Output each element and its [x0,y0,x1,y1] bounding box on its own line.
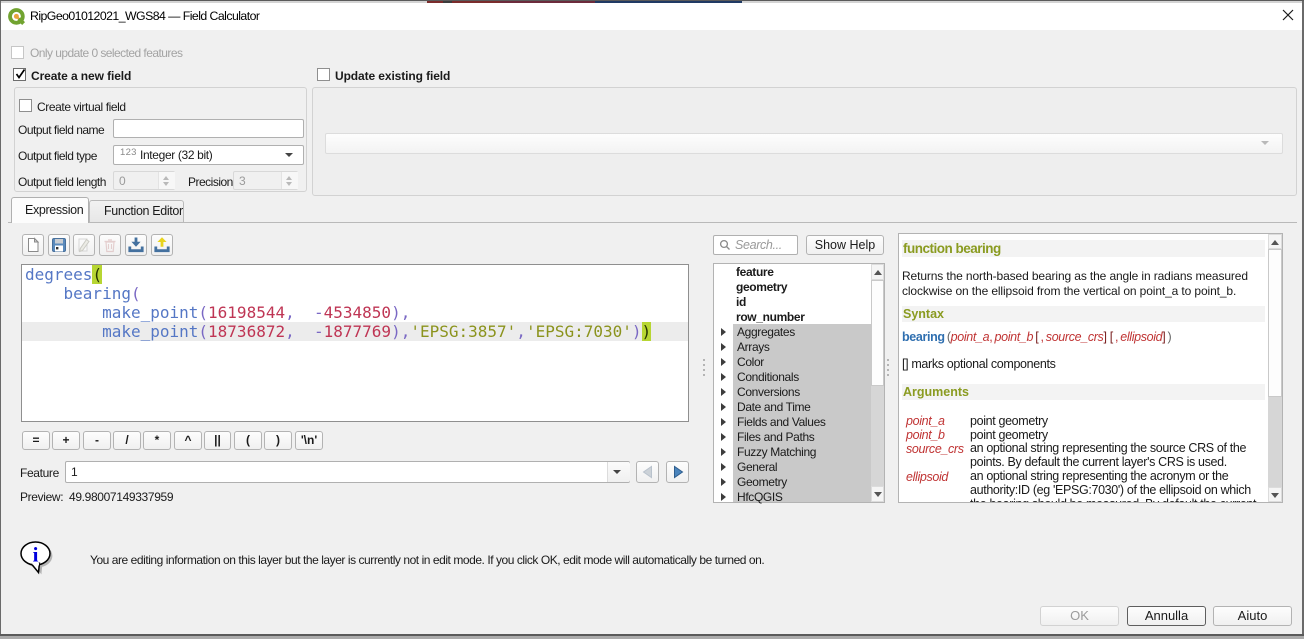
svg-text:i: i [33,543,39,567]
